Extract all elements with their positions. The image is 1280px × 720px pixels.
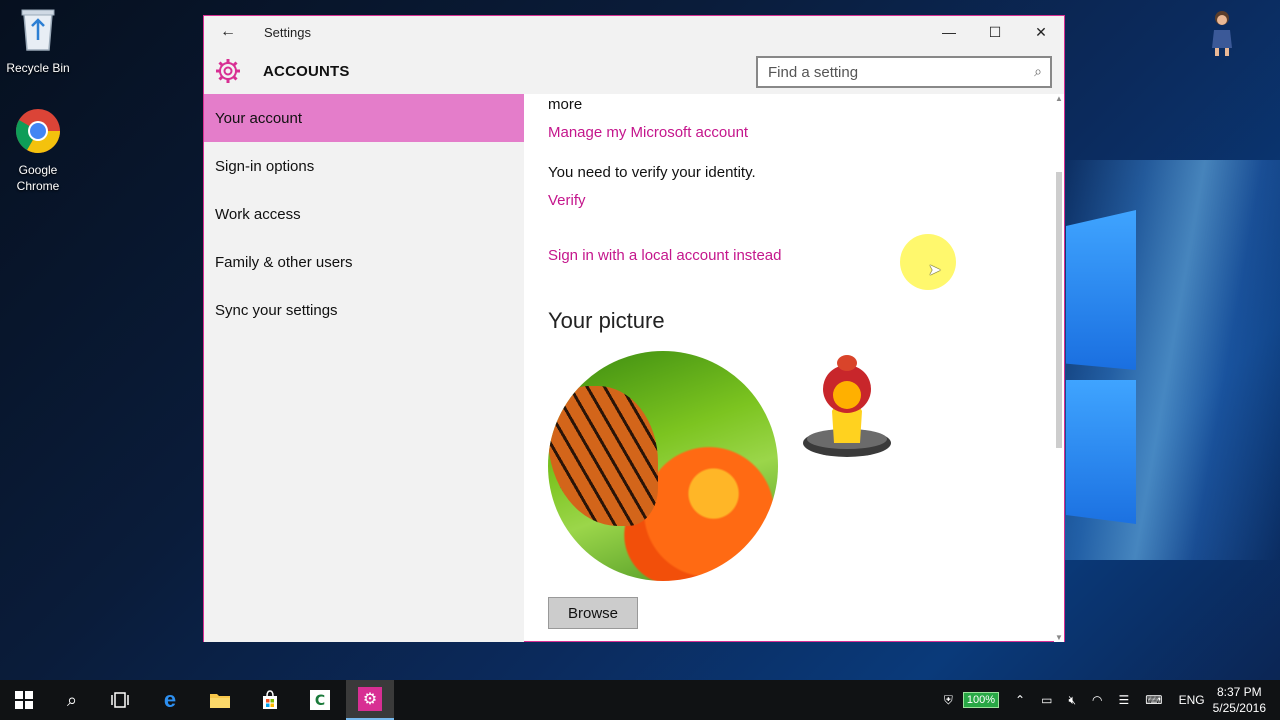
language-indicator[interactable]: ENG [1179,693,1205,707]
recycle-bin-icon [0,6,76,56]
clock-date: 5/25/2016 [1212,701,1266,715]
windows-logo-icon [15,691,33,709]
local-account-link[interactable]: Sign in with a local account instead [548,247,781,264]
account-picture [548,351,778,581]
action-center-icon[interactable]: ☰ [1119,693,1130,707]
page-header: ACCOUNTS Find a setting ⌕ [204,48,1064,94]
volume-muted-icon[interactable]: 🔇︎ [1068,693,1076,708]
settings-taskbar-button[interactable]: ⚙ [346,680,394,720]
your-picture-heading: Your picture [548,308,665,333]
butterfly-wing [548,386,658,526]
system-tray: ⛨ 100% ⌃ ▭ 🔇︎ ◠ ☰ ⌨ ENG 8:37 PM 5/25/201… [936,680,1280,720]
clock-time: 8:37 PM [1216,685,1262,699]
channel-watermark-figure [1212,11,1232,56]
close-button[interactable]: ✕ [1018,16,1064,48]
minimize-button[interactable]: — [926,16,972,48]
clock[interactable]: 8:37 PM 5/25/2016 [1213,684,1266,716]
browse-button[interactable]: Browse [548,597,638,629]
search-taskbar-button[interactable]: ⌕ [48,680,96,720]
desktop-icon-label: Google Chrome [16,163,60,193]
manage-account-link[interactable]: Manage my Microsoft account [548,124,748,141]
wallpaper-logo-pane [1066,210,1136,370]
sidebar-item-sign-in-options[interactable]: Sign-in options [204,142,524,190]
desktop-icon-label: Recycle Bin [6,61,70,75]
folder-icon [210,694,230,708]
search-icon: ⌕ [66,689,78,710]
more-text: more [548,96,583,113]
task-view-icon [111,692,129,708]
chrome-icon [0,108,76,158]
scroll-down-icon[interactable]: ▼ [1054,633,1064,642]
window-controls: — ☐ ✕ [926,16,1064,48]
search-icon[interactable]: ⌕ [1034,63,1042,80]
file-explorer-taskbar-button[interactable] [196,680,244,720]
store-taskbar-button[interactable] [246,680,294,720]
chevron-up-icon[interactable]: ⌃ [1015,693,1025,707]
edge-taskbar-button[interactable]: e [146,680,194,720]
gear-icon [215,58,241,84]
taskbar: ⌕ e C ⚙ ⛨ 100% ⌃ ▭ 🔇︎ ◠ ☰ ⌨ ENG 8:37 PM … [0,680,1280,720]
sidebar-nav: Your account Sign-in options Work access… [204,94,524,642]
page-title: ACCOUNTS [263,62,350,80]
settings-window: ← Settings — ☐ ✕ ACCOUNTS Find a setting [203,15,1065,642]
main-content: more Manage my Microsoft account You nee… [548,94,1058,642]
title-bar: ← Settings — ☐ ✕ [204,16,1064,48]
verify-identity-text: You need to verify your identity. [548,164,756,181]
keyboard-icon[interactable]: ⌨ [1145,693,1162,707]
desktop-icon-recycle-bin[interactable]: Recycle Bin [0,6,76,76]
battery-indicator[interactable]: 100% [962,692,1000,708]
search-input[interactable]: Find a setting [768,64,858,81]
desktop-icon-chrome[interactable]: Google Chrome [0,108,76,194]
verify-link[interactable]: Verify [548,192,586,209]
content-scrollbar[interactable]: ▲ ▼ [1054,94,1064,642]
edge-icon: e [163,687,177,712]
wifi-icon[interactable]: ◠ [1092,693,1102,707]
back-arrow-icon[interactable]: ← [204,23,252,41]
camtasia-icon: C [310,690,330,710]
battery-icon[interactable]: ▭ [1041,693,1052,707]
task-view-button[interactable] [96,680,144,720]
sidebar-item-work-access[interactable]: Work access [204,190,524,238]
sidebar-item-your-account[interactable]: Your account [204,94,524,142]
sidebar-item-family-other-users[interactable]: Family & other users [204,238,524,286]
shield-icon[interactable]: ⛨ [944,693,953,708]
gear-icon: ⚙ [358,687,382,711]
window-title: Settings [264,24,311,40]
start-button[interactable] [0,680,48,720]
scroll-thumb[interactable] [1056,172,1062,448]
mouse-cursor-icon: ➤ [928,262,942,279]
search-box[interactable]: Find a setting ⌕ [756,56,1052,88]
maximize-button[interactable]: ☐ [972,16,1018,48]
scroll-up-icon[interactable]: ▲ [1054,94,1064,103]
wallpaper-logo-pane [1066,380,1136,524]
store-bag-icon [263,690,277,709]
svg-text:C: C [315,693,325,709]
camtasia-taskbar-button[interactable]: C [296,680,344,720]
sidebar-item-sync-settings[interactable]: Sync your settings [204,286,524,334]
previous-avatar-image[interactable] [802,351,892,461]
